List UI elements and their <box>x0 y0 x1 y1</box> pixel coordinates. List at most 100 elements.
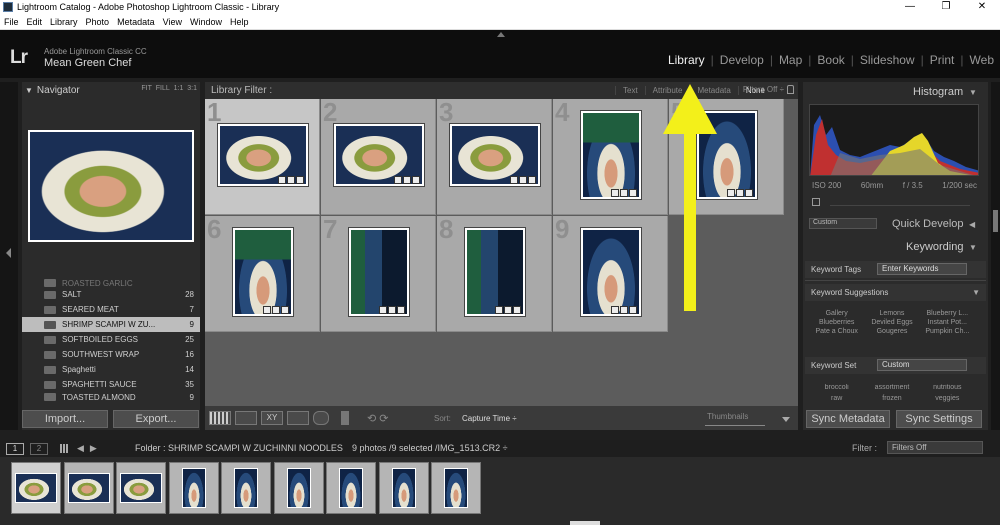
menu-edit[interactable]: Edit <box>23 17 47 27</box>
toolbar-menu-icon[interactable] <box>782 417 790 422</box>
module-web[interactable]: Web <box>964 53 1000 67</box>
suggested-keyword[interactable]: Blueberry L... <box>920 310 975 317</box>
badge-icon[interactable] <box>378 306 387 314</box>
module-map[interactable]: Map <box>773 53 808 67</box>
module-develop[interactable]: Develop <box>714 53 770 67</box>
close-button[interactable]: ✕ <box>964 0 1000 14</box>
badge-icon[interactable] <box>726 189 735 197</box>
zoom-fill[interactable]: FILL <box>156 85 170 92</box>
folder-item[interactable]: SALT 28 <box>22 287 200 302</box>
menu-library[interactable]: Library <box>46 17 82 27</box>
badge-icon[interactable] <box>503 306 512 314</box>
badge-icon[interactable] <box>262 306 271 314</box>
grid-cell[interactable]: 3 <box>437 97 552 215</box>
thumbnail-badges[interactable] <box>610 306 637 314</box>
set-keyword[interactable]: raw <box>809 395 864 404</box>
badge-icon[interactable] <box>402 176 411 184</box>
badge-icon[interactable] <box>286 176 295 184</box>
thumbnail-badges[interactable] <box>393 176 420 184</box>
suggested-keyword[interactable]: Pate a Choux <box>809 328 864 335</box>
zoom-fit[interactable]: FIT <box>141 85 152 92</box>
navigator-preview[interactable] <box>28 130 194 242</box>
suggested-keyword[interactable]: Lemons <box>864 310 919 317</box>
module-book[interactable]: Book <box>811 53 850 67</box>
suggested-keyword[interactable]: Deviled Eggs <box>864 319 919 326</box>
badge-icon[interactable] <box>387 306 396 314</box>
selection-count[interactable]: 9 photos /9 selected /IMG_1513.CR2 ÷ <box>352 443 508 453</box>
menu-file[interactable]: File <box>0 17 23 27</box>
menu-metadata[interactable]: Metadata <box>113 17 159 27</box>
thumbnail-badges[interactable] <box>378 306 405 314</box>
minimize-button[interactable]: — <box>892 0 928 14</box>
grid-cell[interactable]: 6 <box>205 214 320 332</box>
thumbnail-badges[interactable] <box>494 306 521 314</box>
zoom-3-1[interactable]: 3:1 <box>187 85 197 92</box>
quick-develop-title[interactable]: Quick Develop <box>892 218 964 230</box>
filter-text[interactable]: Text <box>615 86 645 95</box>
badge-icon[interactable] <box>271 306 280 314</box>
sort-select[interactable]: Capture Time ÷ <box>462 414 517 423</box>
grid-cell[interactable]: 8 <box>437 214 552 332</box>
set-keyword[interactable]: assortment <box>864 384 919 393</box>
keywording-title[interactable]: Keywording <box>906 241 963 253</box>
badge-icon[interactable] <box>518 176 527 184</box>
thumbnail-badges[interactable] <box>726 189 753 197</box>
folder-item[interactable]: SOFTBOILED EGGS 25 <box>22 332 200 347</box>
original-photo-icon[interactable] <box>812 198 820 206</box>
badge-icon[interactable] <box>744 189 753 197</box>
histogram-graph[interactable] <box>809 104 979 176</box>
badge-icon[interactable] <box>735 189 744 197</box>
grid-cell[interactable]: 4 <box>553 97 668 215</box>
keyword-suggestions-row[interactable]: Keyword Suggestions ▼ <box>805 284 986 301</box>
suggested-keyword[interactable]: Pumpkin Ch... <box>920 328 975 335</box>
grid-view-icon[interactable] <box>209 411 231 425</box>
maximize-button[interactable]: ❐ <box>928 0 964 14</box>
filmstrip-cell[interactable] <box>11 462 61 514</box>
collapse-top-panel-icon[interactable] <box>497 32 505 37</box>
painter-icon[interactable] <box>341 411 349 425</box>
thumbnail-badges[interactable] <box>610 189 637 197</box>
badge-icon[interactable] <box>619 189 628 197</box>
badge-icon[interactable] <box>527 176 536 184</box>
suggested-keyword[interactable]: Blueberries <box>809 319 864 326</box>
import-button[interactable]: Import... <box>22 410 108 428</box>
source-path[interactable]: Folder : SHRIMP SCAMPI W ZUCHINNI NOODLE… <box>135 443 343 453</box>
navigator-header[interactable]: ▼ Navigator FIT FILL 1:1 3:1 <box>22 82 200 98</box>
photo-thumbnail[interactable] <box>348 228 409 316</box>
keyword-tags-select[interactable]: Enter Keywords <box>877 263 967 275</box>
sync-metadata-button[interactable]: Sync Metadata <box>806 410 890 428</box>
folder-item[interactable]: SOUTHWEST WRAP 16 <box>22 347 200 362</box>
loupe-view-icon[interactable] <box>235 411 257 425</box>
badge-icon[interactable] <box>396 306 405 314</box>
triangle-left-icon[interactable]: ◀ <box>969 220 975 229</box>
people-view-icon[interactable] <box>313 411 329 425</box>
badge-icon[interactable] <box>509 176 518 184</box>
filmstrip-cell[interactable] <box>116 462 166 514</box>
filmstrip-cell[interactable] <box>431 462 481 514</box>
badge-icon[interactable] <box>610 306 619 314</box>
badge-icon[interactable] <box>619 306 628 314</box>
menu-view[interactable]: View <box>159 17 186 27</box>
saved-preset-select[interactable]: Custom <box>809 218 877 229</box>
folder-item[interactable]: SPAGHETTI SAUCE 35 <box>22 377 200 392</box>
triangle-down-icon[interactable]: ▼ <box>969 88 977 97</box>
badge-icon[interactable] <box>280 306 289 314</box>
set-keyword[interactable]: veggies <box>920 395 975 404</box>
compare-view-icon[interactable]: XY <box>261 411 283 425</box>
forward-arrow-icon[interactable]: ▶ <box>90 443 97 454</box>
photo-thumbnail[interactable] <box>232 228 293 316</box>
survey-view-icon[interactable] <box>287 411 309 425</box>
filter-preset[interactable]: Filters Off ÷ <box>743 85 784 94</box>
badge-icon[interactable] <box>628 189 637 197</box>
menu-photo[interactable]: Photo <box>82 17 114 27</box>
scrollbar-thumb[interactable] <box>993 210 998 232</box>
thumbnail-badges[interactable] <box>262 306 289 314</box>
folder-item[interactable]: Spaghetti 14 <box>22 362 200 377</box>
filmstrip-filter-select[interactable]: Filters Off <box>887 441 983 454</box>
badge-icon[interactable] <box>610 189 619 197</box>
badge-icon[interactable] <box>628 306 637 314</box>
set-keyword[interactable]: broccoli <box>809 384 864 393</box>
filmstrip-cell[interactable] <box>63 462 114 514</box>
filmstrip-cell[interactable] <box>168 462 219 514</box>
collapse-left-panel-icon[interactable] <box>6 248 11 258</box>
